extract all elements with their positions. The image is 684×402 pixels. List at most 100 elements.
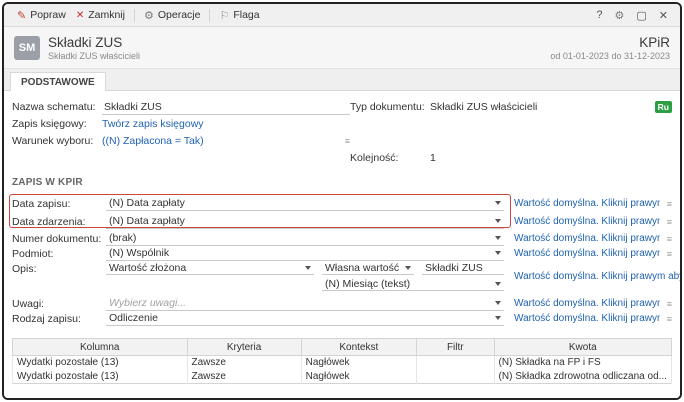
- nazwa-schematu-label: Nazwa schematu:: [12, 101, 96, 113]
- operacje-label: Operacje: [157, 9, 201, 21]
- opis-type-value: Wartość złożona: [109, 261, 187, 274]
- kolejnosc-value[interactable]: 1: [430, 152, 436, 164]
- rodzaj-zapisu-row: Rodzaj zapisu: Odliczenie Wartość domyśl…: [12, 311, 672, 326]
- tab-podstawowe[interactable]: PODSTAWOWE: [10, 72, 106, 91]
- nazwa-schematu-input[interactable]: Składki ZUS: [102, 100, 350, 115]
- opis-mode-value: Własna wartość: [325, 261, 400, 274]
- row-menu-icon[interactable]: ≡: [660, 314, 672, 324]
- data-zapisu-select[interactable]: (N) Data zapłaty: [106, 197, 504, 211]
- table-row[interactable]: Wydatki pozostałe (13) Zawsze Nagłówek (…: [12, 355, 673, 370]
- typ-dokumentu-value[interactable]: Składki ZUS właścicieli: [430, 101, 537, 113]
- toolbar-separator: [209, 8, 211, 22]
- data-zapisu-label: Data zapisu:: [12, 197, 71, 210]
- row-menu-icon[interactable]: ≡: [660, 249, 672, 259]
- numer-dokumentu-value: (brak): [109, 232, 137, 244]
- popraw-button[interactable]: ✎ Popraw: [12, 7, 71, 24]
- doc-type-title: KPiR: [639, 34, 670, 50]
- numer-dokumentu-label: Numer dokumentu:: [12, 232, 102, 245]
- column-header-filtr[interactable]: Filtr: [416, 338, 495, 356]
- settings-icon[interactable]: ⚙: [615, 9, 625, 22]
- kolejnosc-row: Kolejność: 1: [350, 150, 672, 166]
- zapis-ksiegowy-row: Zapis księgowy: Twórz zapis księgowy: [12, 116, 350, 132]
- sm-badge: SM: [14, 35, 40, 60]
- uwagi-select[interactable]: Wybierz uwagi...: [106, 297, 504, 311]
- warunek-menu-icon[interactable]: ≡: [338, 136, 350, 146]
- rodzaj-default-link[interactable]: Wartość domyślna. Kliknij prawym aby zmi…: [514, 313, 660, 324]
- podmiot-row: Podmiot: (N) Wspólnik Wartość domyślna. …: [12, 246, 672, 261]
- data-zdarzenia-select[interactable]: (N) Data zapłaty: [106, 215, 504, 229]
- nazwa-schematu-value: Składki ZUS: [104, 100, 162, 113]
- gear-icon: ⚙: [143, 9, 154, 22]
- header-right: KPiR od 01-01-2023 do 31-12-2023: [550, 35, 670, 61]
- chevron-down-icon: [495, 219, 501, 223]
- podmiot-select[interactable]: (N) Wspólnik: [106, 247, 504, 261]
- close-document-icon: ✕: [75, 9, 85, 21]
- row-menu-icon[interactable]: ≡: [660, 199, 672, 209]
- warunek-wyboru-label: Warunek wyboru:: [12, 135, 94, 147]
- cell-kryteria: Zawsze: [186, 369, 302, 384]
- kolejnosc-label: Kolejność:: [350, 152, 399, 164]
- maximize-button[interactable]: ▢: [636, 9, 646, 22]
- data-zdarzenia-default-link[interactable]: Wartość domyślna. Kliknij prawym aby zmi…: [514, 216, 660, 227]
- close-window-button[interactable]: ✕: [659, 9, 668, 22]
- general-right-column: Typ dokumentu: Składki ZUS właścicieli R…: [350, 99, 672, 167]
- cell-kryteria: Zawsze: [186, 355, 302, 370]
- flaga-button[interactable]: ⚐ Flaga: [214, 7, 264, 24]
- help-button[interactable]: ?: [596, 9, 602, 21]
- numer-dokumentu-select[interactable]: (brak): [106, 232, 504, 246]
- chevron-down-icon: [305, 265, 311, 270]
- warunek-wyboru-row: Warunek wyboru: ((N) Zapłacona = Tak) ≡: [12, 133, 350, 149]
- opis-fields: Wartość złożona Własna wartość Składki Z…: [106, 261, 504, 292]
- opis-month-value: (N) Miesiąc (tekst): [325, 277, 411, 290]
- period-label: od 01-01-2023 do 31-12-2023: [550, 50, 670, 61]
- column-header-kontekst[interactable]: Kontekst: [300, 338, 418, 356]
- table-row[interactable]: Wydatki pozostałe (13) Zawsze Nagłówek (…: [12, 369, 673, 384]
- rodzaj-zapisu-select[interactable]: Odliczenie: [106, 312, 504, 326]
- uwagi-default-link[interactable]: Wartość domyślna. Kliknij prawym aby zmi…: [514, 298, 660, 309]
- nazwa-schematu-row: Nazwa schematu: Składki ZUS: [12, 99, 350, 115]
- flag-icon: ⚐: [219, 9, 230, 22]
- zapis-ksiegowy-value[interactable]: Twórz zapis księgowy: [102, 118, 204, 130]
- titlebar: ✎ Popraw ✕ Zamknij ⚙ Operacje ⚐ Flaga ? …: [4, 4, 680, 27]
- row-menu-icon[interactable]: ≡: [660, 217, 672, 227]
- opis-default-link[interactable]: Wartość domyślna. Kliknij prawym aby zmi…: [514, 271, 680, 282]
- cell-kontekst: Nagłówek: [300, 369, 418, 384]
- cell-filtr: [416, 369, 495, 384]
- typ-dokumentu-row: Typ dokumentu: Składki ZUS właścicieli R…: [350, 99, 672, 115]
- cell-kontekst: Nagłówek: [300, 355, 418, 370]
- numer-dokumentu-row: Numer dokumentu: (brak) Wartość domyślna…: [12, 231, 672, 246]
- section-title-zapis-w-kpir: ZAPIS W KPIR: [12, 177, 83, 188]
- column-header-kolumna[interactable]: Kolumna: [12, 338, 188, 356]
- zapis-ksiegowy-label: Zapis księgowy:: [12, 118, 87, 130]
- numer-default-link[interactable]: Wartość domyślna. Kliknij prawym aby zmi…: [514, 233, 660, 244]
- warunek-wyboru-value[interactable]: ((N) Zapłacona = Tak): [102, 135, 338, 147]
- cell-kolumna: Wydatki pozostałe (13): [12, 355, 188, 370]
- general-form: Nazwa schematu: Składki ZUS Zapis księgo…: [12, 99, 672, 167]
- zamknij-button[interactable]: ✕ Zamknij: [71, 7, 130, 23]
- cell-kwota: (N) Składka zdrowotna odliczana od...: [493, 369, 673, 384]
- general-left-column: Nazwa schematu: Składki ZUS Zapis księgo…: [12, 99, 350, 167]
- row-menu-icon[interactable]: ≡: [660, 299, 672, 309]
- opis-month-select[interactable]: (N) Miesiąc (tekst): [322, 277, 504, 291]
- app-window: ✎ Popraw ✕ Zamknij ⚙ Operacje ⚐ Flaga ? …: [2, 2, 682, 400]
- data-zapisu-default-link[interactable]: Wartość domyślna. Kliknij prawym aby zmi…: [514, 198, 660, 209]
- opis-line-2: (N) Miesiąc (tekst): [106, 277, 504, 292]
- column-header-kryteria[interactable]: Kryteria: [186, 338, 302, 356]
- data-zapisu-value: (N) Data zapłaty: [109, 197, 185, 209]
- opis-mode-select[interactable]: Własna wartość: [322, 261, 414, 275]
- typ-dokumentu-label: Typ dokumentu:: [350, 101, 425, 113]
- opis-label: Opis:: [12, 263, 37, 275]
- record-header: SM Składki ZUS Składki ZUS właścicieli K…: [4, 27, 680, 69]
- podmiot-default-link[interactable]: Wartość domyślna. Kliknij prawym aby zmi…: [514, 248, 660, 259]
- opis-text-input[interactable]: Składki ZUS: [422, 261, 504, 275]
- operacje-button[interactable]: ⚙ Operacje: [139, 7, 205, 24]
- opis-type-select[interactable]: Wartość złożona: [106, 261, 314, 275]
- row-menu-icon[interactable]: ≡: [660, 234, 672, 244]
- zamknij-label: Zamknij: [88, 9, 125, 21]
- column-header-kwota[interactable]: Kwota: [493, 338, 673, 356]
- highlighted-date-rows: Data zapisu: (N) Data zapłaty Wartość do…: [9, 194, 672, 231]
- uwagi-row: Uwagi: Wybierz uwagi... Wartość domyślna…: [12, 296, 672, 311]
- chevron-down-icon: [495, 281, 501, 286]
- cell-kwota: (N) Składka na FP i FS: [493, 355, 673, 370]
- columns-table: Kolumna Kryteria Kontekst Filtr Kwota Wy…: [12, 338, 673, 384]
